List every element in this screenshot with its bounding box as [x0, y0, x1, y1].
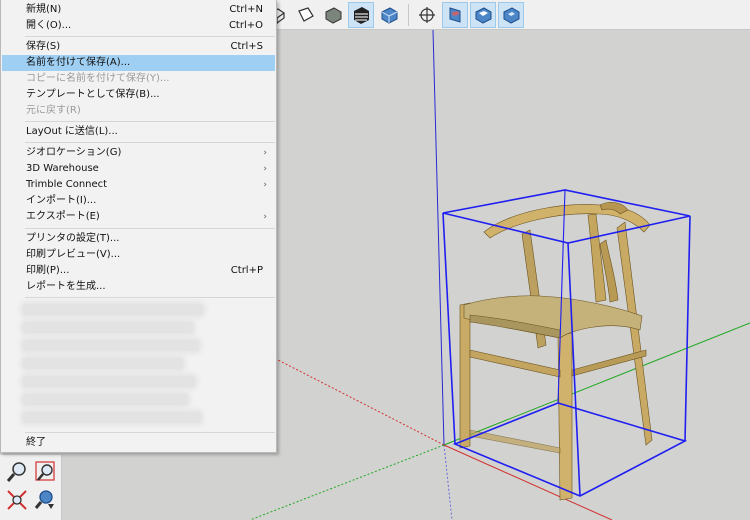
menu-item-label: テンプレートとして保存(B)...	[26, 89, 160, 100]
menu-item-label: LayOut に送信(L)...	[26, 126, 118, 137]
menu-item-new[interactable]: 新規(N) Ctrl+N	[2, 2, 275, 18]
zoom-extents-icon	[7, 490, 27, 510]
shaded-view-btn[interactable]	[320, 2, 346, 28]
section-fill-btn[interactable]	[498, 2, 524, 28]
menu-separator	[25, 297, 275, 298]
menu-item-print-preview[interactable]: 印刷プレビュー(V)...	[2, 247, 275, 263]
previous-view-button[interactable]	[32, 487, 58, 513]
submenu-arrow-icon: ›	[263, 164, 267, 174]
axes-toggle-btn[interactable]	[414, 2, 440, 28]
section-cut-icon	[475, 7, 492, 24]
menu-item-exit[interactable]: 終了	[2, 435, 275, 451]
menu-item-label: 印刷(P)...	[26, 265, 70, 276]
menu-item-label: 開く(O)...	[26, 20, 72, 31]
shaded-textures-view-icon	[354, 7, 369, 24]
menu-item-label: プリンタの設定(T)...	[26, 233, 120, 244]
recent-file-blurred[interactable]	[23, 394, 188, 405]
menu-item-open[interactable]: 開く(O)... Ctrl+O	[2, 18, 275, 34]
menu-item-shortcut: Ctrl+S	[230, 41, 263, 52]
menu-item-print-setup[interactable]: プリンタの設定(T)...	[2, 231, 275, 247]
recent-file-blurred[interactable]	[23, 358, 183, 369]
section-cut-btn[interactable]	[470, 2, 496, 28]
menu-item-generate-report[interactable]: レポートを生成...	[2, 279, 275, 295]
previous-view-icon	[34, 490, 54, 509]
flat-face-view-icon	[298, 7, 314, 22]
menu-separator	[25, 432, 275, 433]
axes-toggle-icon	[419, 7, 435, 23]
menu-item-label: 保存(S)	[26, 41, 61, 52]
menu-item-label: Trimble Connect	[26, 179, 108, 190]
file-menu-dropdown: 新規(N) Ctrl+N 開く(O)... Ctrl+O 保存(S) Ctrl+…	[0, 0, 277, 453]
section-plane-icon	[449, 7, 461, 23]
toolbar-separator	[408, 4, 409, 26]
shaded-textures-view-btn[interactable]	[348, 2, 374, 28]
menu-item-shortcut: Ctrl+P	[230, 265, 263, 276]
menu-item-geolocation[interactable]: ジオロケーション(G) ›	[2, 145, 275, 161]
menu-item-3d-warehouse[interactable]: 3D Warehouse ›	[2, 161, 275, 177]
menu-item-label: 3D Warehouse	[26, 163, 99, 174]
menu-item-save[interactable]: 保存(S) Ctrl+S	[2, 39, 275, 55]
menu-separator	[25, 142, 275, 143]
section-plane-btn[interactable]	[442, 2, 468, 28]
menu-item-label: 元に戻す(R)	[26, 105, 81, 116]
menu-item-trimble-connect[interactable]: Trimble Connect ›	[2, 177, 275, 193]
menu-item-label: エクスポート(E)	[26, 211, 100, 222]
menu-item-label: 印刷プレビュー(V)...	[26, 249, 121, 260]
monochrome-view-btn[interactable]	[376, 2, 402, 28]
zoom-button[interactable]	[4, 459, 30, 485]
zoom-window-icon	[35, 461, 55, 481]
section-fill-icon	[503, 7, 520, 24]
menu-item-print[interactable]: 印刷(P)... Ctrl+P	[2, 263, 275, 279]
menu-item-save-copy-as: コピーに名前を付けて保存(Y)...	[2, 71, 275, 87]
green-axis	[443, 322, 750, 446]
chair-model[interactable]	[459, 201, 653, 501]
menu-item-export[interactable]: エクスポート(E) ›	[2, 209, 275, 225]
recent-file-blurred[interactable]	[23, 412, 201, 423]
submenu-arrow-icon: ›	[263, 148, 267, 158]
red-axis-dashed	[277, 359, 445, 446]
menu-item-save-as-template[interactable]: テンプレートとして保存(B)...	[2, 87, 275, 103]
menu-item-send-to-layout[interactable]: LayOut に送信(L)...	[2, 124, 275, 140]
menu-item-label: インポート(I)...	[26, 195, 97, 206]
menu-item-save-as[interactable]: 名前を付けて保存(A)...	[2, 55, 275, 71]
red-axis	[443, 444, 613, 520]
menu-item-import[interactable]: インポート(I)...	[2, 193, 275, 209]
menu-separator	[25, 36, 275, 37]
menu-item-label: ジオロケーション(G)	[26, 147, 122, 158]
zoom-icon	[6, 462, 26, 482]
blue-axis	[432, 29, 445, 446]
camera-tools-palette	[0, 455, 62, 520]
flat-face-view-btn[interactable]	[292, 2, 318, 28]
submenu-arrow-icon: ›	[263, 212, 267, 222]
recent-file-blurred[interactable]	[23, 376, 195, 387]
menu-item-label: 名前を付けて保存(A)...	[26, 57, 131, 68]
menu-item-revert: 元に戻す(R)	[2, 103, 275, 119]
recent-file-blurred[interactable]	[23, 304, 203, 315]
menu-item-shortcut: Ctrl+O	[228, 20, 263, 31]
blue-axis-dashed	[443, 444, 453, 520]
monochrome-view-icon	[381, 7, 398, 24]
recent-file-blurred[interactable]	[23, 340, 199, 351]
recent-file-blurred[interactable]	[23, 322, 193, 333]
view-toolbar	[262, 0, 750, 30]
menu-item-shortcut: Ctrl+N	[229, 4, 263, 15]
green-axis-dashed	[249, 444, 445, 520]
zoom-window-button[interactable]	[32, 459, 58, 485]
menu-separator	[25, 121, 275, 122]
menu-item-label: コピーに名前を付けて保存(Y)...	[26, 73, 170, 84]
menu-item-label: 新規(N)	[26, 4, 62, 15]
shaded-view-icon	[325, 7, 342, 24]
menu-item-label: 終了	[26, 437, 46, 448]
zoom-extents-button[interactable]	[4, 487, 30, 513]
menu-item-label: レポートを生成...	[26, 281, 106, 292]
menu-separator	[25, 228, 275, 229]
submenu-arrow-icon: ›	[263, 180, 267, 190]
